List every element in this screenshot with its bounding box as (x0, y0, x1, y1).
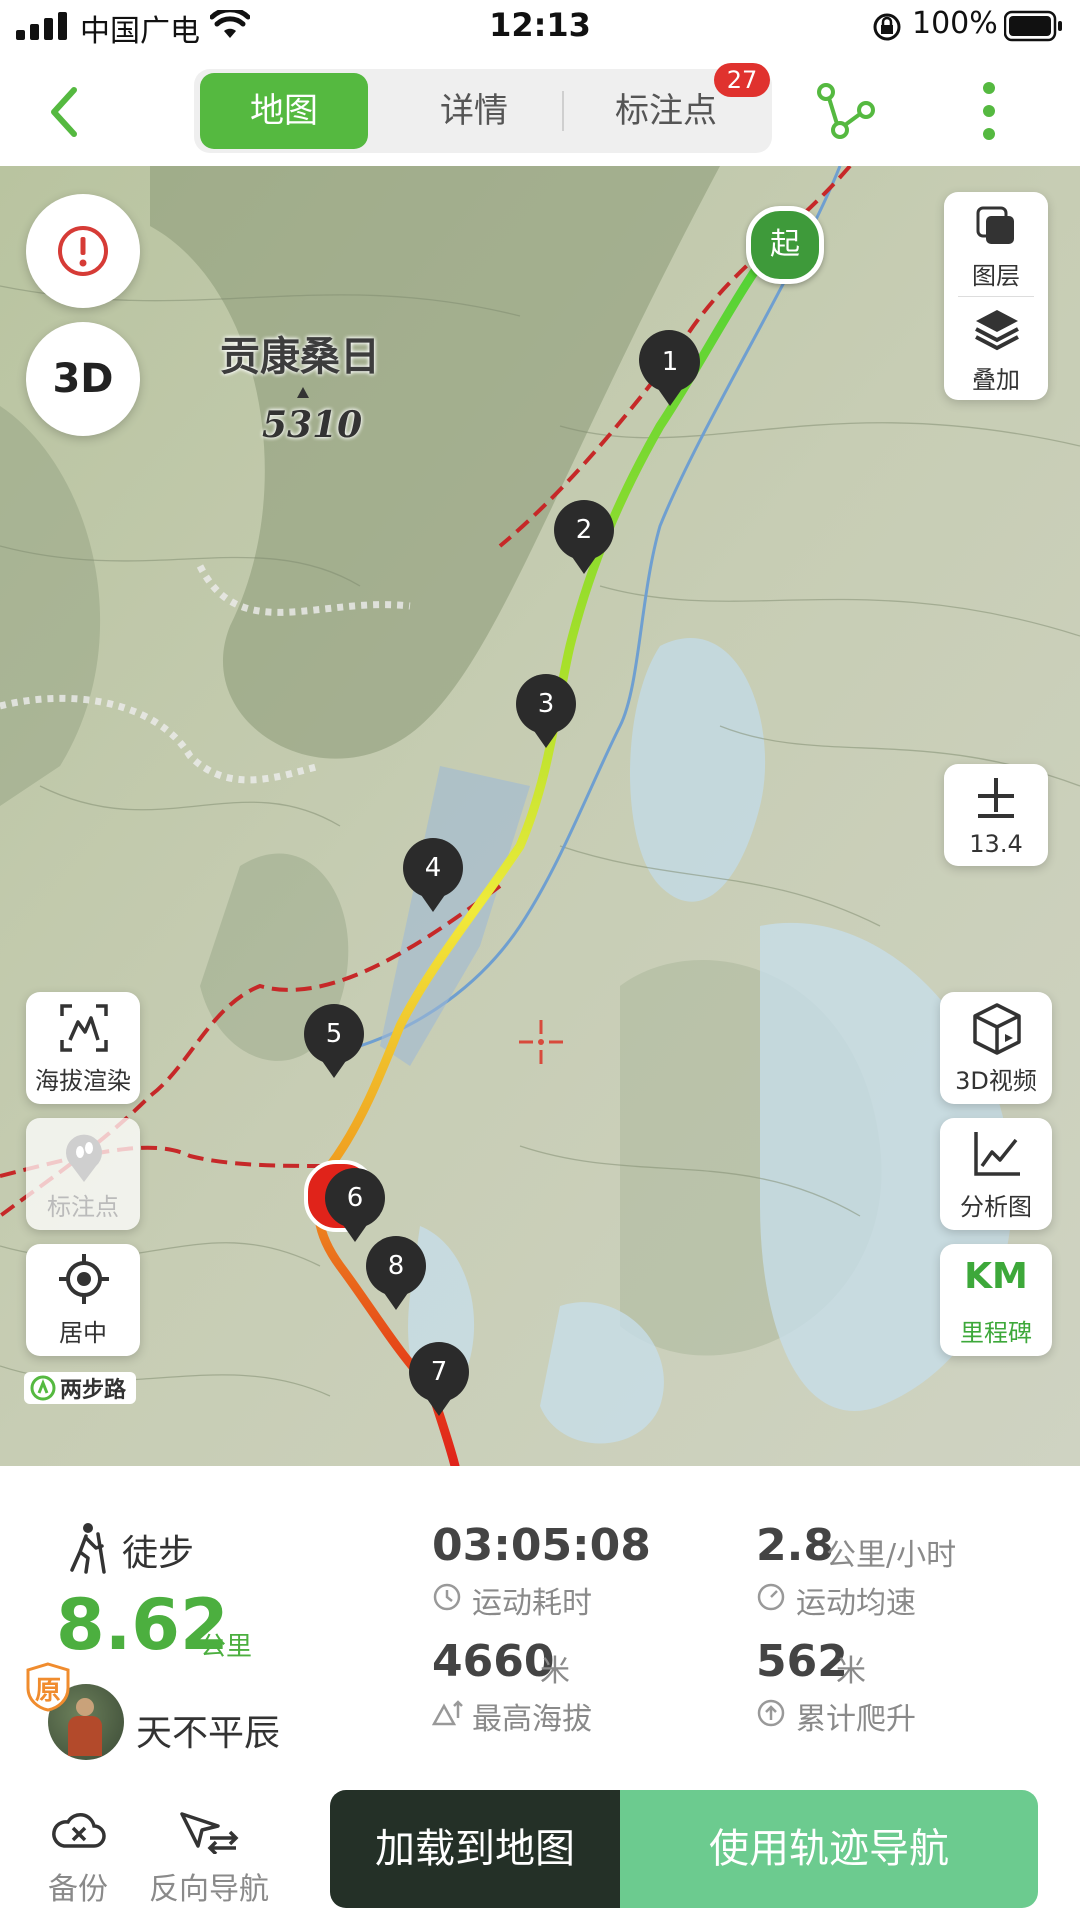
zoom-button[interactable]: 13.4 (944, 764, 1048, 866)
track-markers (639, 330, 699, 386)
author-name[interactable]: 天不平辰 (136, 1704, 280, 1756)
max-elevation-unit: 米 (540, 1654, 570, 1689)
mountain-peak-icon (432, 1700, 463, 1726)
3d-video-label: 3D视频 (955, 1067, 1037, 1095)
locate-icon (59, 1254, 109, 1304)
track-marker-3[interactable]: 3 (516, 674, 576, 734)
use-track-nav-button[interactable]: 使用轨迹导航 (620, 1790, 1038, 1908)
bottom-actions: 备份 反向导航 加载到地图 使用轨迹导航 (0, 1790, 1080, 1920)
climb-up-icon (757, 1699, 785, 1727)
elevation-render-label: 海拔渲染 (35, 1067, 131, 1095)
analysis-chart-label: 分析图 (960, 1193, 1032, 1221)
3d-video-button[interactable]: 3D视频 (940, 992, 1052, 1104)
total-climb-value: 562 (756, 1636, 848, 1687)
track-marker-8[interactable]: 8 (366, 1236, 426, 1296)
avg-speed-unit: 公里/小时 (826, 1538, 957, 1573)
cube-icon (973, 1003, 1021, 1055)
tab-map[interactable]: 地图 (200, 73, 368, 149)
3d-button[interactable]: 3D (26, 322, 140, 436)
avg-speed-label: 运动均速 (796, 1586, 916, 1621)
rotation-lock-icon (873, 13, 901, 41)
avg-speed-value: 2.8 (756, 1520, 834, 1571)
track-marker-2[interactable]: 2 (554, 500, 614, 560)
warning-icon (58, 226, 108, 276)
layers-icon (976, 206, 1014, 244)
total-climb-label: 累计爬升 (796, 1702, 916, 1737)
speed-icon (757, 1583, 785, 1611)
map-view[interactable]: 贡康桑日 5310 起 1 2 3 4 5 6 8 7 3D 图层 叠加 13.… (0, 166, 1080, 1466)
track-marker-7[interactable]: 7 (409, 1342, 469, 1402)
warning-button[interactable] (26, 194, 140, 308)
brand-logo: 两步路 (24, 1372, 136, 1404)
reverse-nav-label: 反向导航 (149, 1872, 269, 1907)
backup-label: 备份 (48, 1872, 108, 1907)
reverse-nav-button[interactable]: 反向导航 (142, 1806, 276, 1910)
total-climb-unit: 米 (836, 1654, 866, 1689)
center-label: 居中 (59, 1319, 107, 1347)
waypoints-count-badge: 27 (714, 63, 770, 97)
center-button[interactable]: 居中 (26, 1244, 140, 1356)
max-elevation-value: 4660 (432, 1636, 555, 1687)
cloud-backup-icon (52, 1813, 106, 1848)
track-marker-1[interactable]: 1 (640, 332, 700, 392)
brand-logo-icon (30, 1375, 56, 1401)
overlay-stack-icon (975, 310, 1019, 351)
back-icon[interactable] (44, 84, 84, 140)
duration-label: 运动耗时 (472, 1586, 592, 1621)
zoom-in-icon (978, 778, 1014, 818)
zoom-level: 13.4 (969, 830, 1023, 858)
clock-icon (433, 1583, 461, 1611)
status-bar: 中国广电 12:13 100% (0, 0, 1080, 56)
layers-label: 图层 (972, 262, 1020, 290)
track-marker-5[interactable]: 5 (304, 1004, 364, 1064)
load-to-map-button[interactable]: 加载到地图 (330, 1790, 620, 1908)
waypoints-toggle-label: 标注点 (47, 1193, 119, 1221)
waypoints-toggle-button[interactable]: 标注点 (26, 1118, 140, 1230)
milestone-label: 里程碑 (960, 1319, 1032, 1347)
reverse-navigation-icon (180, 1812, 239, 1854)
footprint-pin-icon (66, 1134, 102, 1182)
analysis-chart-button[interactable]: 分析图 (940, 1118, 1052, 1230)
share-nodes-icon[interactable] (814, 80, 876, 142)
track-stats: 徒步 8.62 公里 03:05:08 运动耗时 2.8 公里/小时 运动均速 … (0, 1466, 1080, 1796)
battery-icon (1004, 10, 1062, 42)
layers-panel: 图层 叠加 (944, 192, 1048, 400)
3d-icon: 3D (52, 356, 114, 402)
more-vertical-icon[interactable] (976, 78, 1002, 144)
overlay-label: 叠加 (972, 366, 1020, 394)
tab-details[interactable]: 详情 (384, 69, 564, 153)
line-chart-icon (974, 1132, 1020, 1176)
layers-button[interactable]: 图层 (944, 192, 1048, 296)
duration-value: 03:05:08 (432, 1520, 651, 1571)
hiking-icon (70, 1523, 106, 1574)
milestone-button[interactable]: KM 里程碑 (940, 1244, 1052, 1356)
brand-logo-text: 两步路 (60, 1378, 127, 1403)
backup-button[interactable]: 备份 (36, 1806, 120, 1910)
track-marker-4[interactable]: 4 (403, 838, 463, 898)
top-nav: 地图 详情 标注点 27 (0, 56, 1080, 167)
elevation-render-button[interactable]: 海拔渲染 (26, 992, 140, 1104)
elevation-icon (60, 1004, 108, 1052)
activity-type: 徒步 (122, 1533, 195, 1574)
overlay-button[interactable]: 叠加 (944, 296, 1048, 400)
segment-tabs: 地图 详情 标注点 27 (194, 63, 772, 153)
distance-unit: 公里 (200, 1632, 253, 1662)
milestone-km-icon: KM (964, 1256, 1028, 1297)
original-badge-text: 原 (34, 1676, 61, 1706)
max-elevation-label: 最高海拔 (472, 1702, 592, 1737)
battery-percent: 100% (912, 6, 998, 41)
track-marker-6[interactable]: 6 (325, 1168, 385, 1228)
